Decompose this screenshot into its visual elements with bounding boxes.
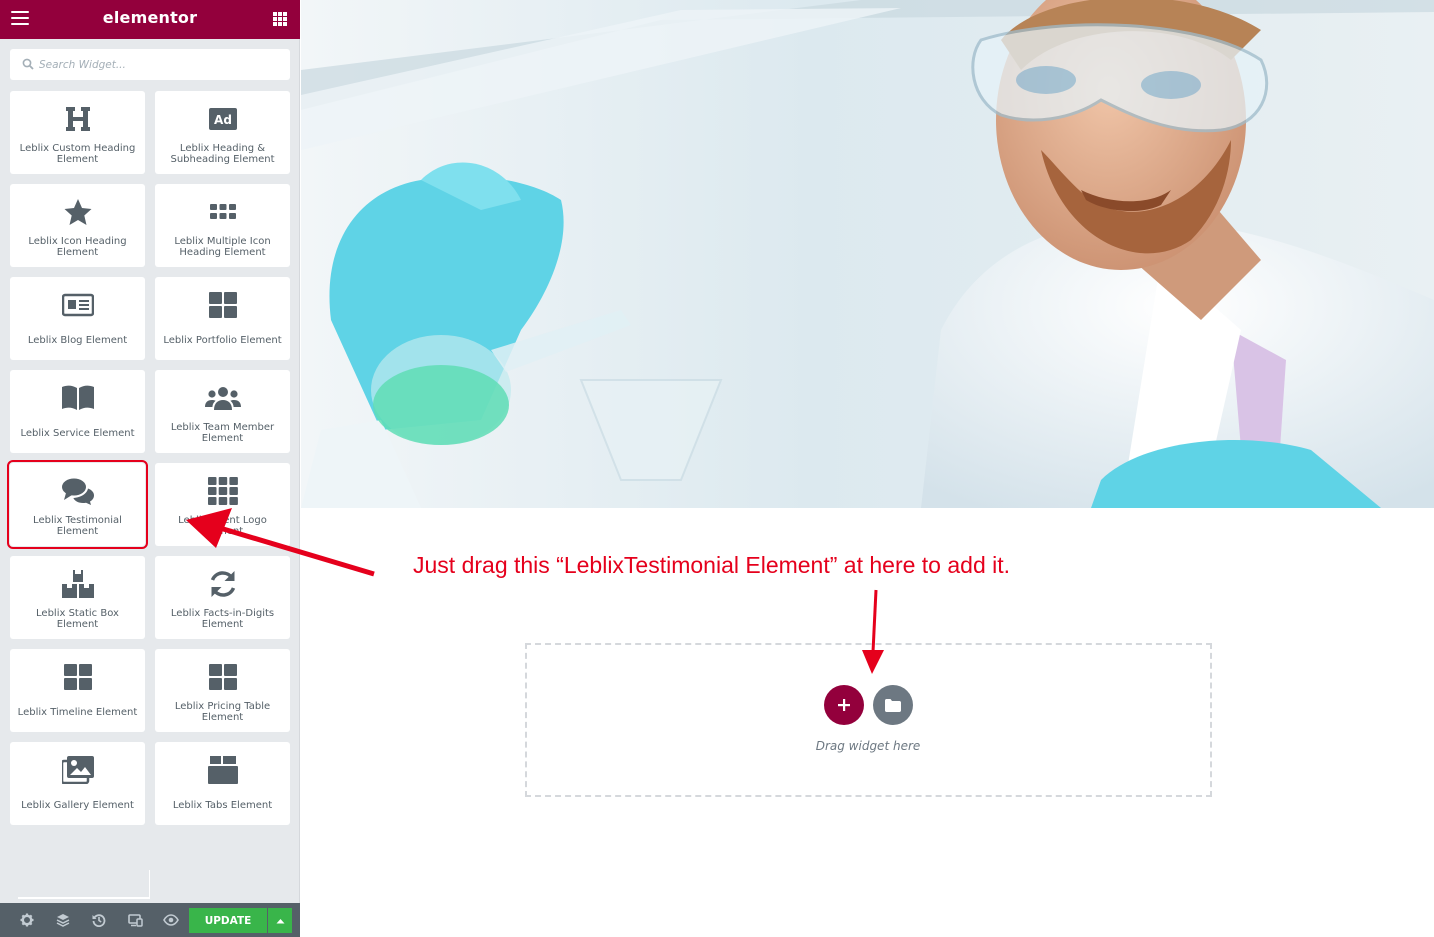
preview-eye-icon[interactable]: [154, 903, 188, 937]
ad-icon: Ad: [208, 108, 237, 130]
widget-blog[interactable]: Leblix Blog Element: [10, 277, 145, 360]
heading-icon: [65, 107, 90, 131]
widget-tabs[interactable]: Leblix Tabs Element: [155, 742, 290, 825]
widget-multiple-icon-heading[interactable]: Leblix Multiple Icon Heading Element: [155, 184, 290, 267]
elementor-editor: elementor Leblix Custom Heading Element …: [0, 0, 1434, 937]
timeline-grid-icon: [63, 664, 92, 690]
widget-label: Leblix Multiple Icon Heading Element: [174, 236, 271, 258]
widgets-grid-icon[interactable]: [273, 12, 287, 26]
widget-timeline[interactable]: Leblix Timeline Element: [10, 649, 145, 732]
nine-grid-icon: [207, 477, 238, 505]
refresh-icon: [210, 571, 235, 597]
widget-testimonial[interactable]: Leblix Testimonial Element: [7, 460, 148, 549]
gallery-icon: [61, 756, 94, 784]
widget-label: Leblix Heading & Subheading Element: [170, 143, 275, 165]
widget-static-box[interactable]: Leblix Static Box Element: [10, 556, 145, 639]
widget-label: Leblix Service Element: [20, 427, 135, 439]
widget-label: Leblix Tabs Element: [172, 799, 273, 811]
search-box: [10, 49, 290, 80]
add-section-button[interactable]: [824, 685, 864, 725]
widget-panel: elementor Leblix Custom Heading Element …: [0, 0, 300, 937]
history-icon[interactable]: [82, 903, 116, 937]
star-icon: [64, 199, 91, 225]
widget-label: Leblix Team Member Element: [170, 422, 275, 444]
folder-icon: [885, 698, 901, 712]
search-input[interactable]: [39, 49, 284, 80]
widget-custom-heading[interactable]: Leblix Custom Heading Element: [10, 91, 145, 174]
layers-icon[interactable]: [46, 903, 80, 937]
book-open-icon: [61, 385, 94, 410]
hamburger-menu-icon[interactable]: [11, 11, 29, 27]
portfolio-grid-icon: [208, 292, 237, 318]
users-icon: [204, 387, 241, 410]
widget-label: Leblix Portfolio Element: [163, 334, 282, 346]
boxes-icon: [61, 570, 94, 598]
add-template-button[interactable]: [873, 685, 913, 725]
widget-facts-in-digits[interactable]: Leblix Facts-in-Digits Element: [155, 556, 290, 639]
widget-gallery[interactable]: Leblix Gallery Element: [10, 742, 145, 825]
widget-label: Leblix Pricing Table Element: [174, 701, 271, 723]
tabs-icon: [207, 756, 238, 784]
svg-text:Ad: Ad: [214, 113, 232, 127]
widget-label: Leblix Gallery Element: [21, 799, 134, 811]
widget-icon-heading[interactable]: Leblix Icon Heading Element: [10, 184, 145, 267]
widget-label: Leblix Timeline Element: [17, 706, 138, 718]
responsive-icon[interactable]: [118, 903, 152, 937]
widget-label: Leblix Custom Heading Element: [19, 143, 136, 165]
pricing-grid-icon: [208, 664, 237, 690]
icon-grid-icon: [209, 204, 236, 219]
widget-label: Leblix Blog Element: [27, 334, 128, 346]
panel-scroll-divider-tick: [149, 870, 150, 898]
settings-icon[interactable]: [10, 903, 44, 937]
chat-bubbles-icon: [61, 478, 94, 505]
widget-portfolio[interactable]: Leblix Portfolio Element: [155, 277, 290, 360]
drop-zone-hint: Drag widget here: [815, 739, 921, 753]
panel-scroll-divider: [18, 897, 150, 899]
brand-logo: elementor: [102, 8, 198, 27]
widget-label: Leblix Facts-in-Digits Element: [170, 608, 275, 630]
empty-section-drop-zone[interactable]: [525, 643, 1212, 797]
search-icon: [22, 58, 34, 70]
hero-image-scientist: [301, 0, 1434, 508]
panel-header: elementor: [0, 0, 300, 39]
instruction-annotation: Just drag this “LeblixTestimonial Elemen…: [413, 552, 1011, 578]
widget-client-logo[interactable]: Leblix Client Logo Element: [155, 463, 290, 546]
widget-label: Leblix Testimonial Element: [33, 515, 122, 537]
widget-pricing-table[interactable]: Leblix Pricing Table Element: [155, 649, 290, 732]
widget-label: Leblix Client Logo Element: [178, 515, 267, 537]
widget-heading-subheading[interactable]: Ad Leblix Heading & Subheading Element: [155, 91, 290, 174]
widget-label: Leblix Static Box Element: [36, 608, 119, 630]
widget-label: Leblix Icon Heading Element: [28, 236, 127, 258]
newspaper-icon: [61, 293, 94, 317]
plus-icon: [838, 699, 850, 711]
update-button[interactable]: UPDATE: [189, 908, 267, 933]
widget-service[interactable]: Leblix Service Element: [10, 370, 145, 453]
widget-team-member[interactable]: Leblix Team Member Element: [155, 370, 290, 453]
update-options-caret-icon[interactable]: [268, 908, 292, 933]
panel-footer: UPDATE: [0, 903, 300, 937]
